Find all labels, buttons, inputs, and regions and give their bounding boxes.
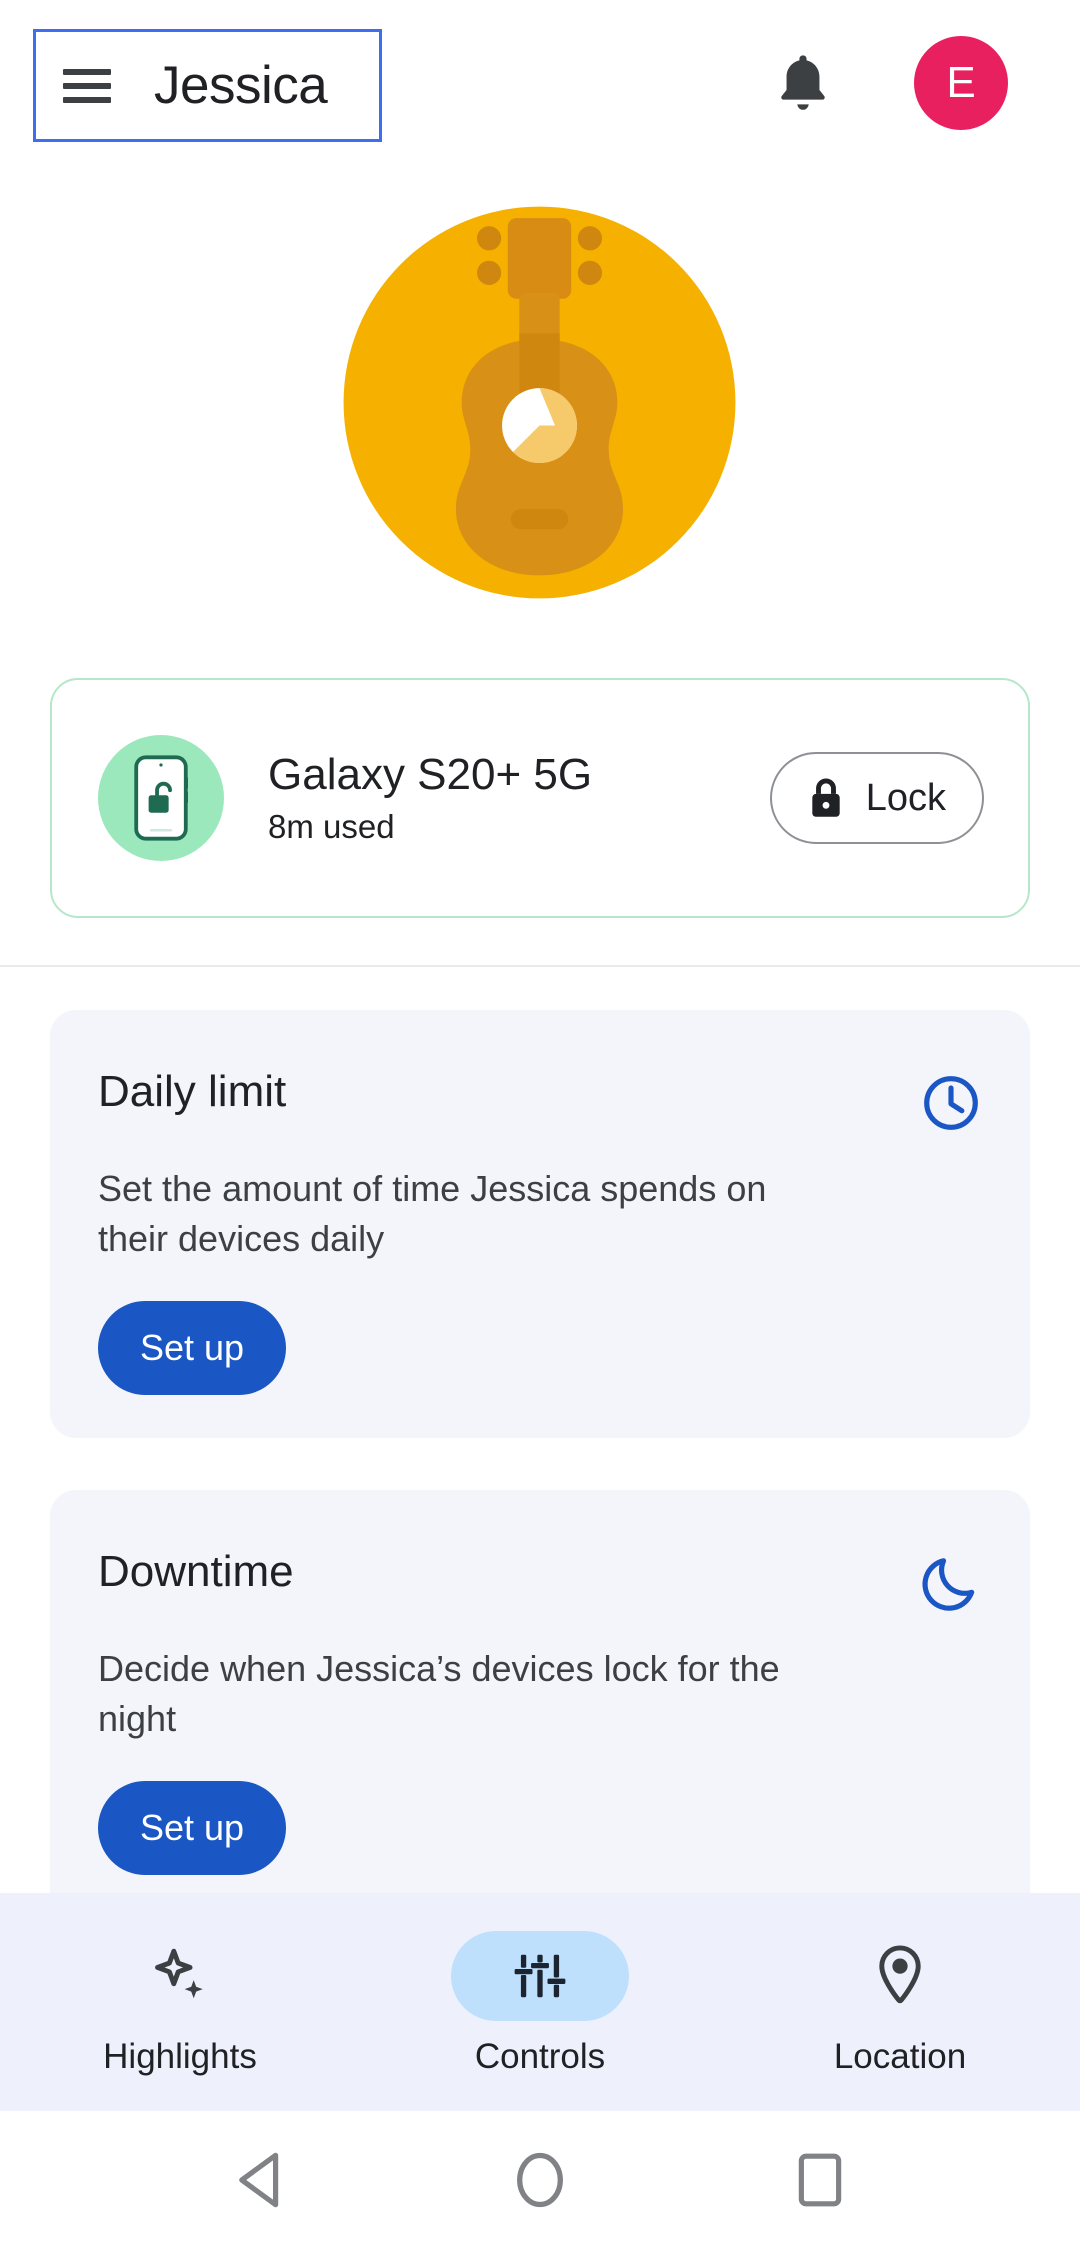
avatar-initial: E <box>946 58 976 107</box>
phone-unlocked-icon <box>98 735 224 861</box>
card-title: Downtime <box>98 1547 294 1596</box>
app-header: Jessica E <box>0 0 1080 165</box>
android-system-nav <box>0 2111 1080 2248</box>
guitar-avatar-icon <box>309 172 770 633</box>
back-triangle-icon[interactable] <box>224 2144 296 2216</box>
device-card[interactable]: Galaxy S20+ 5G 8m used Lock <box>50 678 1030 918</box>
lock-button[interactable]: Lock <box>769 752 984 844</box>
device-info: Galaxy S20+ 5G 8m used <box>268 750 770 846</box>
nav-pill-controls <box>451 1930 629 2021</box>
nav-pill-location <box>811 1931 989 2021</box>
clock-icon <box>920 1072 982 1134</box>
downtime-setup-button[interactable]: Set up <box>98 1781 287 1876</box>
daily-limit-setup-button[interactable]: Set up <box>98 1301 287 1396</box>
sliders-icon <box>511 1947 569 2005</box>
nav-item-controls[interactable]: Controls <box>360 1930 720 2076</box>
bell-icon[interactable] <box>760 42 846 128</box>
sparkle-icon <box>149 1945 211 2007</box>
section-divider <box>0 965 1080 967</box>
account-avatar[interactable]: E <box>914 36 1008 130</box>
hamburger-menu-icon[interactable] <box>63 68 111 103</box>
card-header: Daily limit <box>50 1010 1030 1134</box>
nav-label-highlights: Highlights <box>103 2036 257 2076</box>
app-root: Jessica E Galaxy S20+ 5G 8m used Lock Da… <box>0 0 1080 2248</box>
moon-icon <box>920 1552 982 1614</box>
title-focus-region[interactable]: Jessica <box>33 29 382 142</box>
device-name: Galaxy S20+ 5G <box>268 750 593 800</box>
location-pin-icon <box>871 1944 929 2008</box>
bottom-navigation: Highlights Controls Location <box>0 1893 1080 2111</box>
daily-limit-card[interactable]: Daily limit Set the amount of time Jessi… <box>50 1010 1030 1438</box>
nav-pill-highlights <box>91 1931 269 2021</box>
home-circle-icon[interactable] <box>504 2144 576 2216</box>
recents-square-icon[interactable] <box>784 2144 856 2216</box>
card-title: Daily limit <box>98 1067 287 1116</box>
nav-label-controls: Controls <box>474 2036 606 2076</box>
nav-item-location[interactable]: Location <box>720 1931 1080 2074</box>
lock-button-label: Lock <box>865 777 946 819</box>
lock-closed-icon <box>808 776 844 820</box>
nav-label-location: Location <box>833 2036 967 2076</box>
card-header: Downtime <box>50 1490 1030 1614</box>
device-usage: 8m used <box>268 808 395 846</box>
downtime-card[interactable]: Downtime Decide when Jessica’s devices l… <box>50 1490 1030 1918</box>
page-title: Jessica <box>154 56 328 115</box>
card-description: Decide when Jessica’s devices lock for t… <box>98 1648 780 1739</box>
card-description: Set the amount of time Jessica spends on… <box>98 1168 767 1259</box>
nav-item-highlights[interactable]: Highlights <box>0 1931 360 2074</box>
